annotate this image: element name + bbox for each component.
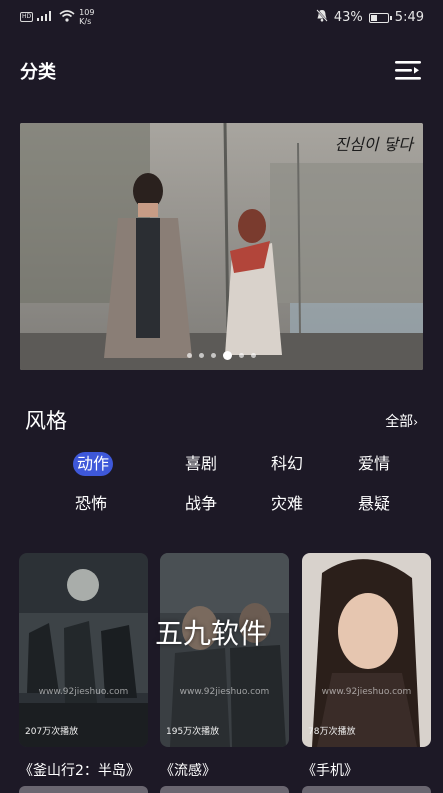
status-right: 43% 5:49 (316, 9, 424, 26)
banner-image (20, 123, 423, 370)
poster-card[interactable]: www.92jieshuo.com 78万次播放 (302, 553, 431, 747)
next-row-poster[interactable] (160, 786, 289, 793)
genre-tag[interactable]: 悬疑 (358, 492, 390, 516)
header: 分类 (0, 50, 443, 90)
carousel-dot[interactable] (211, 353, 216, 358)
view-count: 207万次播放 (25, 727, 79, 737)
all-label: 全部 (385, 414, 414, 430)
all-genres-link[interactable]: 全部› (385, 411, 418, 431)
menu-button[interactable] (393, 56, 425, 84)
carousel-dot[interactable] (223, 351, 232, 360)
menu-icon (395, 61, 421, 80)
carousel-dot[interactable] (199, 353, 204, 358)
section-title: 风格 (25, 409, 67, 433)
next-row-poster[interactable] (19, 786, 148, 793)
signal-icon (37, 10, 55, 24)
overlay-watermark: 五九软件 (155, 617, 268, 650)
status-bar: HD 109 K/s 43% 5:49 (0, 0, 443, 36)
carousel-dot[interactable] (187, 353, 192, 358)
battery-fill (370, 14, 377, 21)
genre-tag[interactable]: 恐怖 (75, 492, 107, 516)
banner-caption: 진심이 닿다 (334, 135, 413, 154)
genre-tag[interactable]: 爱情 (358, 452, 390, 476)
poster-image (302, 553, 431, 747)
poster-image (19, 553, 148, 747)
net-speed: 109 K/s (79, 8, 94, 26)
page-title: 分类 (20, 62, 56, 83)
mute-bell-icon (316, 9, 328, 26)
net-speed-value: 109 (79, 8, 95, 17)
net-speed-unit: K/s (79, 17, 92, 26)
genre-tag[interactable]: 动作 (73, 452, 114, 476)
carousel-dots (20, 351, 423, 360)
carousel-dot[interactable] (239, 353, 244, 358)
genre-tag[interactable]: 灾难 (271, 492, 303, 516)
wifi-icon (59, 9, 75, 25)
poster-site-watermark: www.92jieshuo.com (38, 687, 129, 697)
poster-site-watermark: www.92jieshuo.com (179, 687, 270, 697)
poster-title[interactable]: 《釜山行2：半岛》 (19, 760, 140, 780)
hd-badge: HD (20, 12, 34, 22)
genre-tag[interactable]: 科幻 (271, 452, 303, 476)
view-count: 78万次播放 (308, 727, 356, 737)
banner-carousel[interactable]: 진심이 닿다 (20, 123, 423, 370)
chevron-right-icon: › (413, 415, 418, 429)
status-left: HD 109 K/s (20, 8, 94, 26)
genre-tag[interactable]: 喜剧 (185, 452, 217, 476)
poster-title[interactable]: 《手机》 (302, 760, 358, 780)
battery-percent: 43% (333, 10, 363, 25)
style-section-header: 风格 全部› (25, 405, 420, 435)
next-row-poster[interactable] (302, 786, 431, 793)
poster-title[interactable]: 《流感》 (160, 760, 216, 780)
clock: 5:49 (394, 10, 424, 25)
view-count: 195万次播放 (166, 727, 220, 737)
carousel-dot[interactable] (251, 353, 256, 358)
poster-site-watermark: www.92jieshuo.com (321, 687, 412, 697)
battery-icon (368, 12, 392, 23)
genre-tag[interactable]: 战争 (185, 492, 217, 516)
poster-card[interactable]: www.92jieshuo.com 207万次播放 (19, 553, 148, 747)
